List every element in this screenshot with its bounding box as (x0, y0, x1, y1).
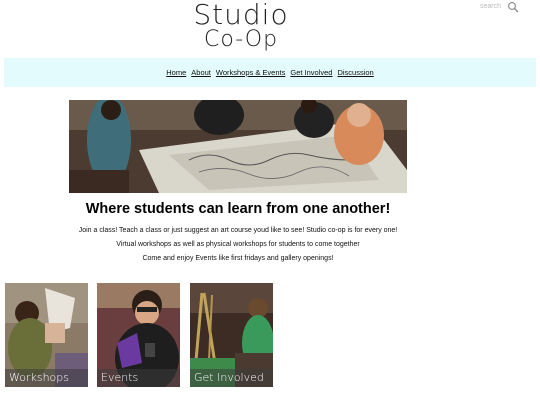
logo-line-1: Studio (193, 0, 289, 31)
tile-workshops-label: Workshops (5, 369, 88, 387)
nav-home-link[interactable]: Home (166, 68, 186, 77)
nav-workshops-events-link[interactable]: Workshops & Events (216, 68, 285, 77)
tile-get-involved[interactable]: Get Involved (190, 283, 273, 387)
nav-get-involved-link[interactable]: Get Involved (290, 68, 332, 77)
tile-get-involved-label: Get Involved (190, 369, 273, 387)
search-input[interactable] (480, 1, 506, 11)
page-headline: Where students can learn from one anothe… (85, 201, 391, 217)
page: Studio Co-Op Home About Workshops & Even… (0, 0, 540, 405)
search-icon[interactable] (507, 1, 519, 13)
search-box (480, 0, 520, 13)
nav-about-link[interactable]: About (191, 68, 211, 77)
intro-paragraph-3: Come and enjoy Events like first fridays… (142, 255, 334, 262)
tile-events-label: Events (97, 369, 180, 387)
intro-paragraph-1: Join a class! Teach a class or just sugg… (78, 227, 398, 234)
site-logo[interactable]: Studio Co-Op (186, 0, 296, 52)
logo-line-2: Co-Op (203, 27, 279, 52)
tile-events[interactable]: Events (97, 283, 180, 387)
tile-workshops[interactable]: Workshops (5, 283, 88, 387)
intro-paragraph-2: Virtual workshops as well as physical wo… (116, 241, 360, 248)
main-nav: Home About Workshops & Events Get Involv… (4, 58, 536, 87)
hero-image (69, 100, 407, 193)
nav-discussion-link[interactable]: Discussion (337, 68, 373, 77)
